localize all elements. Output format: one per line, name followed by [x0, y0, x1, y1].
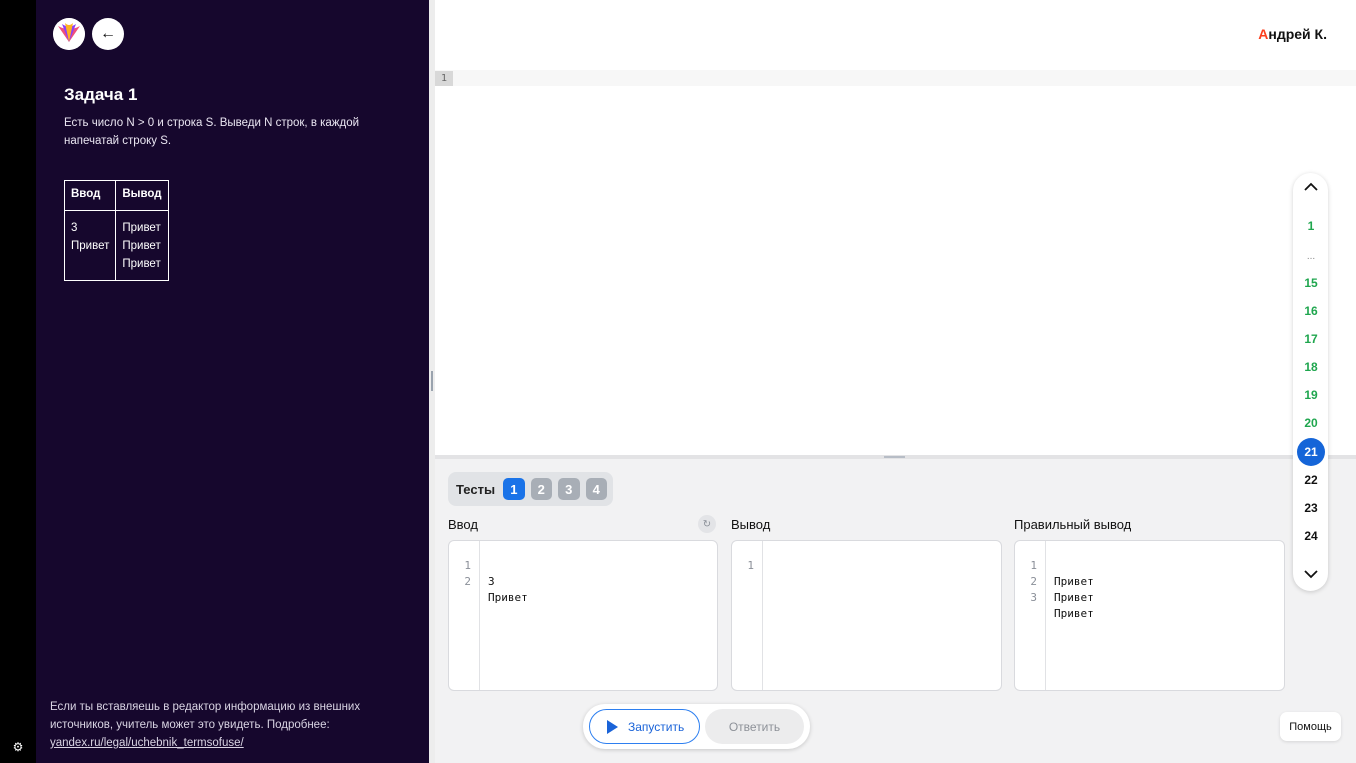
task-description: Есть число N > 0 и строка S. Выведи N ст…	[64, 117, 360, 147]
task-panel: ← Задача 1 Есть число N > 0 и строка S. …	[36, 0, 429, 763]
input-label: Ввод	[448, 517, 478, 532]
nav-up-chevron-icon[interactable]	[1293, 180, 1328, 200]
app-logo-icon[interactable]	[53, 18, 85, 50]
code-line: 1 3	[464, 559, 495, 588]
task-nav-item-19[interactable]: 19	[1297, 381, 1325, 409]
task-nav-ellipsis: ...	[1306, 250, 1316, 262]
test-tab-3[interactable]: 3	[558, 478, 580, 500]
task-nav-item-1[interactable]: 1	[1297, 212, 1325, 240]
terms-link[interactable]: yandex.ru/legal/uchebnik_termsofuse/	[50, 737, 244, 749]
task-nav-item-15[interactable]: 15	[1297, 269, 1325, 297]
settings-gear-icon[interactable]: ⚙	[11, 740, 25, 754]
test-input-editor[interactable]: 1 3 2 Привет	[448, 540, 718, 691]
sample-table-header-output: Вывод	[115, 180, 169, 211]
sample-output-cell: Привет Привет Привет	[115, 210, 169, 281]
expected-output-viewer: 1 Привет 2 Привет 3 Привет	[1014, 540, 1285, 691]
sample-output-line: Привет	[122, 240, 161, 252]
sample-input-line: 3	[71, 222, 78, 234]
play-icon	[607, 720, 618, 734]
sample-output-line: Привет	[122, 222, 161, 234]
task-nav-item-22[interactable]: 22	[1297, 466, 1325, 494]
tests-label: Тесты	[456, 481, 496, 497]
reset-input-icon[interactable]: ↻	[698, 515, 716, 533]
code-line: 1	[747, 559, 754, 572]
task-nav-item-24[interactable]: 24	[1297, 522, 1325, 550]
task-nav-item-17[interactable]: 17	[1297, 325, 1325, 353]
editor-line-number: 1	[435, 71, 453, 86]
code-line: 1 Привет	[1030, 559, 1094, 588]
run-button[interactable]: Запустить	[589, 709, 700, 744]
sample-output-line: Привет	[122, 258, 161, 270]
submit-answer-button[interactable]: Ответить	[705, 709, 804, 744]
task-navigator: 1... 15 16 17 18 19 20 21 22 23 24	[1293, 173, 1328, 591]
task-title: Задача 1	[64, 85, 138, 104]
task-nav-item-16[interactable]: 16	[1297, 297, 1325, 325]
task-nav-item-23[interactable]: 23	[1297, 494, 1325, 522]
user-name[interactable]: Андрей К.	[1258, 26, 1327, 42]
code-line: 2 Привет	[464, 575, 528, 604]
sample-input-line: Привет	[71, 240, 110, 252]
test-tab-4[interactable]: 4	[585, 478, 607, 500]
expected-output-label: Правильный вывод	[1014, 517, 1132, 532]
sample-table: Ввод Вывод 3 Привет Привет Привет Привет	[63, 180, 169, 281]
splitter-handle[interactable]	[431, 371, 433, 391]
sample-input-cell: 3 Привет	[63, 210, 117, 281]
vertical-resize-handle[interactable]	[884, 456, 905, 458]
code-line: 3 Привет	[1030, 591, 1094, 620]
task-nav-item-20[interactable]: 20	[1297, 409, 1325, 437]
nav-down-chevron-icon[interactable]	[1293, 567, 1328, 587]
paste-notice: Если ты вставляешь в редактор информацию…	[50, 698, 422, 752]
test-output-viewer: 1	[731, 540, 1002, 691]
action-bar: Запустить Ответить	[583, 704, 810, 749]
code-editor-current-line[interactable]	[435, 70, 1356, 86]
back-arrow-icon[interactable]: ←	[92, 18, 124, 50]
tests-tabs: Тесты 1 2 3 4	[448, 472, 613, 506]
run-button-label: Запустить	[628, 719, 685, 734]
help-button[interactable]: Помощь	[1280, 712, 1341, 741]
code-line: 2 Привет	[1030, 575, 1094, 604]
left-strip	[0, 0, 36, 763]
paste-notice-text: Если ты вставляешь в редактор информацию…	[50, 701, 361, 731]
sample-table-header-input: Ввод	[63, 180, 117, 211]
output-label: Вывод	[731, 517, 771, 532]
task-nav-item-18[interactable]: 18	[1297, 353, 1325, 381]
test-tab-1[interactable]: 1	[503, 478, 525, 500]
test-tab-2[interactable]: 2	[530, 478, 553, 500]
task-nav-item-21[interactable]: 21	[1297, 438, 1325, 466]
